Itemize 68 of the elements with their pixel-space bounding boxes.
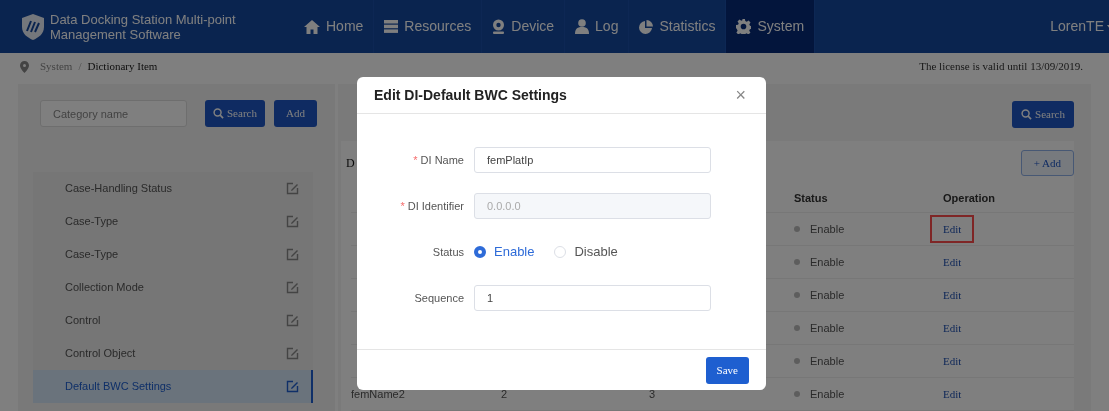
webcam-icon [492,19,506,34]
required-mark: * [413,152,418,168]
status-text: Enable [810,320,845,336]
save-button[interactable]: Save [705,356,749,384]
category-item[interactable]: Case-Type [33,205,313,238]
category-item[interactable]: Case-Handling Status [33,172,313,205]
category-item[interactable]: Case-Type [33,238,313,271]
status-text: Enable [810,287,845,303]
user-icon [575,19,590,34]
license-notice: The license is valid until 13/09/2019. [919,59,1084,75]
radio-option[interactable]: Disable [554,242,618,262]
dialog-title: Edit DI-Default BWC Settings [374,85,567,105]
table-cell: 2 [501,387,508,400]
shield-logo-icon [22,13,44,40]
text-field[interactable]: 1 [474,285,711,311]
add-button[interactable]: + Add [1020,150,1074,176]
category-item[interactable]: Control Object [33,337,313,370]
search-button[interactable]: Search [205,100,265,127]
edit-link[interactable]: Edit [943,319,962,337]
field-label: DI Name [420,152,464,168]
field-label: Sequence [414,290,464,306]
field-label: DI Identifier [407,198,464,214]
home-icon [304,19,320,34]
section-title: D [346,155,355,172]
status-text: Enable [810,353,845,369]
table-cell: 3 [649,387,656,400]
edit-icon[interactable] [286,314,299,327]
edit-link[interactable]: Edit [943,352,962,370]
edit-link[interactable]: Edit [943,385,962,403]
gear-icon [736,19,752,34]
category-search-field[interactable]: Category name [40,100,187,127]
nav-tab[interactable]: System [726,0,816,53]
breadcrumb-item: Dictionary Item [87,59,158,75]
edit-icon[interactable] [286,248,299,261]
status-text: Enable [810,254,845,270]
map-pin-icon [20,60,29,73]
category-item[interactable]: Collection Mode [33,271,313,304]
column-header: Status [794,191,829,207]
field-label: Status [432,244,464,260]
category-item[interactable]: Default BWC Settings [33,370,313,403]
column-header: Operation [943,191,996,207]
server-icon [384,20,399,33]
edit-icon[interactable] [286,215,299,228]
search-icon [1021,108,1033,120]
edit-link[interactable]: Edit [943,253,962,271]
required-mark: * [400,198,405,214]
pie-chart-icon [639,19,654,34]
close-button[interactable]: × [735,86,746,104]
add-button[interactable]: Add [273,100,317,127]
search-button[interactable]: Search [1012,100,1074,128]
edit-link[interactable]: Edit [943,286,962,304]
table-cell: femName2 [351,387,405,400]
breadcrumb-item[interactable]: System [40,58,73,75]
status-text: Enable [810,386,845,402]
app-title: Data Docking Station Multi-point [50,11,236,27]
status-text: Enable [810,221,845,237]
breadcrumb-separator: / [78,59,82,75]
edit-icon[interactable] [286,182,299,195]
search-icon [213,108,224,119]
edit-icon[interactable] [286,347,299,360]
user-menu[interactable]: LorenTE [1050,0,1109,53]
text-field[interactable]: femPlatIp [474,147,711,173]
app-title: Management Software [50,26,181,42]
category-item[interactable]: Control [33,304,313,337]
edit-icon[interactable] [286,281,299,294]
radio-option[interactable]: Enable [474,242,535,262]
edit-link[interactable]: Edit [930,214,975,244]
edit-icon[interactable] [286,380,299,393]
